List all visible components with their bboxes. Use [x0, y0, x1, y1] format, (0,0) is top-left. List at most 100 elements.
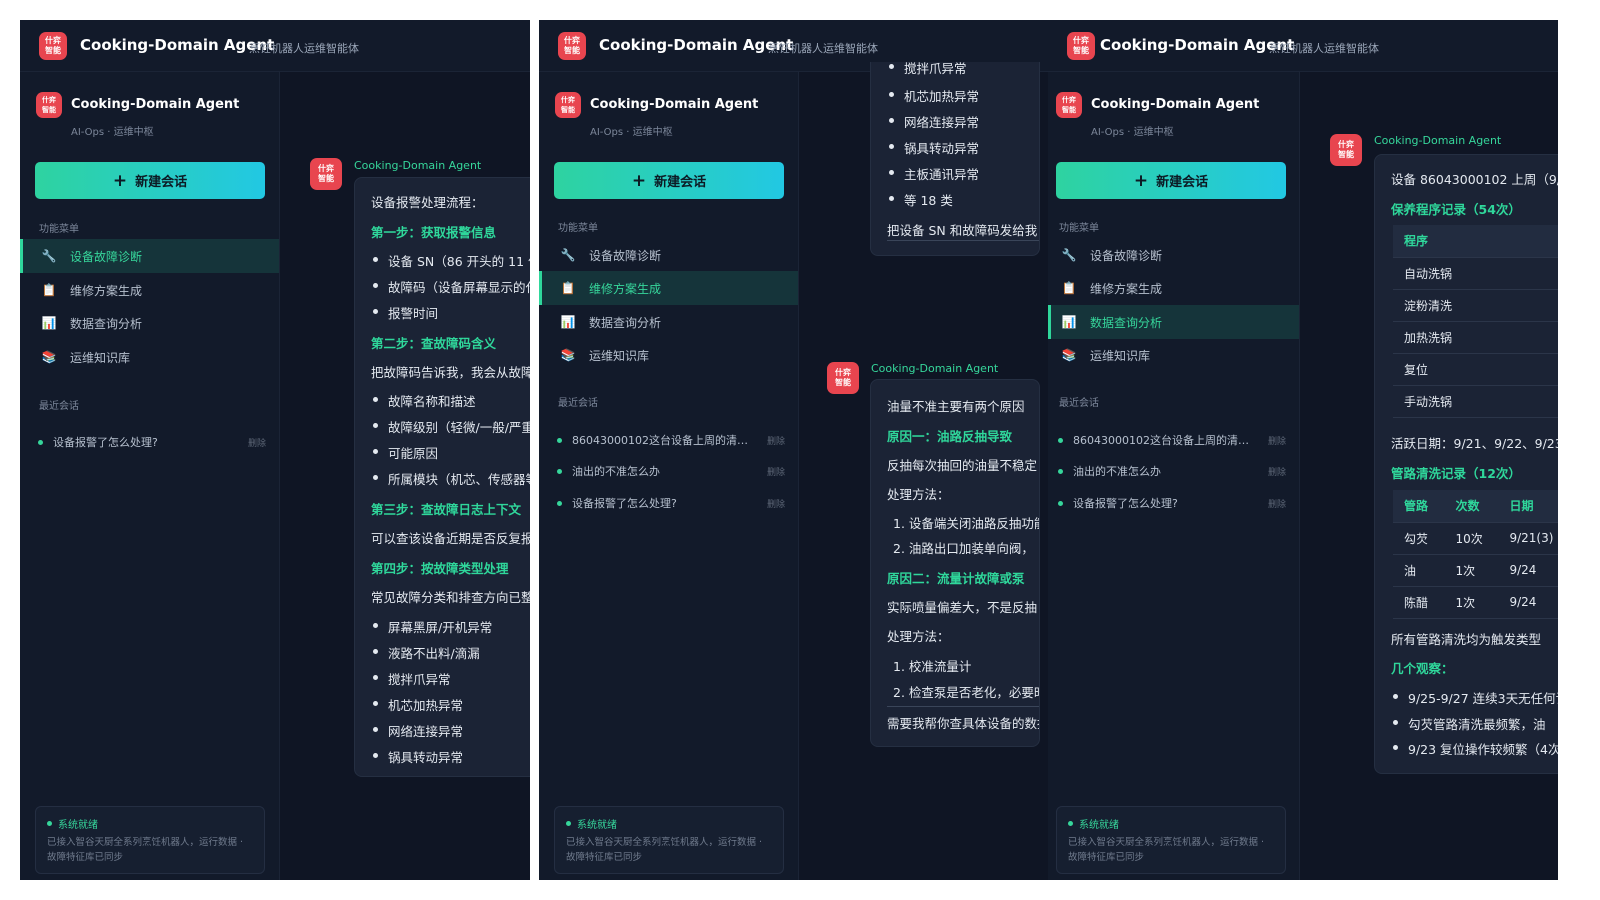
recent-chat-item[interactable]: 设备报警了怎么处理? 删除 — [557, 494, 785, 512]
table-header: 程序 — [1393, 225, 1558, 258]
new-chat-button[interactable]: + 新建会话 — [35, 162, 265, 199]
new-chat-button[interactable]: + 新建会话 — [554, 162, 784, 199]
message-bullet: 设备 SN（86 开头的 11 位编号） — [371, 251, 530, 270]
new-chat-label: 新建会话 — [654, 175, 707, 190]
sidebar-item-knowledge-base[interactable]: 📚 运维知识库 — [539, 338, 798, 372]
brand-title: Cooking-Domain Agent — [71, 97, 240, 112]
status-title: 系统就绪 — [1079, 820, 1119, 831]
table-row: 手动洗锅 — [1393, 385, 1558, 418]
sidebar-item-repair-plan[interactable]: 📋 维修方案生成 — [539, 271, 798, 305]
delete-chat-button[interactable]: 删除 — [1268, 434, 1286, 447]
status-text: 已接入智谷天厨全系列烹饪机器人，运行数据 · 故障特征库已同步 — [1068, 837, 1265, 863]
status-dot-icon — [566, 821, 571, 826]
sidebar: 什弈 智能 Cooking-Domain Agent AI-Ops · 运维中枢… — [20, 72, 280, 880]
message-text: 实际喷量偏差大，不是反抽 — [887, 600, 1038, 615]
message-bullet: 网络连接异常 — [887, 112, 979, 131]
message-bullet: 9/23 复位操作较频繁（4次） — [1391, 739, 1558, 758]
recent-section-label: 最近会话 — [558, 398, 598, 409]
agent-message-bubble: 设备 86043000102 上周（9/21-9/27） 保养程序记录（54次）… — [1374, 154, 1558, 774]
status-dot-icon — [1058, 437, 1063, 443]
app-header: 什弈 智能 Cooking-Domain Agent 烹饪机器人运维智能体 — [20, 20, 530, 72]
menu-section-label: 功能菜单 — [1059, 223, 1099, 234]
delete-chat-button[interactable]: 删除 — [1268, 497, 1286, 510]
table-row: 陈醋 1次 9/24 — [1393, 586, 1558, 619]
sidebar-item-label: 数据查询分析 — [589, 315, 662, 330]
recent-chat-item[interactable]: 86043000102这台设备上周的清洗... 删除 — [557, 431, 785, 449]
sidebar-item-label: 设备故障诊断 — [1090, 248, 1163, 263]
status-title: 系统就绪 — [58, 820, 98, 831]
new-chat-label: 新建会话 — [135, 175, 188, 190]
message-heading: 第一步：获取报警信息 — [371, 225, 497, 240]
delete-chat-button[interactable]: 删除 — [767, 497, 785, 510]
new-chat-button[interactable]: + 新建会话 — [1056, 162, 1286, 199]
table-cell: 淀粉清洗 — [1393, 289, 1558, 322]
status-dot-icon — [1068, 821, 1073, 826]
message-heading: 第二步：查故障码含义 — [371, 336, 497, 351]
app-logo: 什弈 智能 — [39, 32, 67, 60]
recent-chat-title: 86043000102这台设备上周的清洗... — [572, 434, 757, 447]
delete-chat-button[interactable]: 删除 — [248, 436, 266, 449]
recent-chat-item[interactable]: 油出的不准怎么办 删除 — [557, 462, 785, 480]
app-logo: 什弈 智能 — [558, 32, 586, 60]
brand-subtitle: AI-Ops · 运维中枢 — [71, 127, 154, 138]
table-cell: 勾芡 — [1393, 522, 1445, 555]
sidebar-item-knowledge-base[interactable]: 📚 运维知识库 — [20, 340, 279, 374]
sidebar-item-fault-diagnosis[interactable]: 🔧 设备故障诊断 — [539, 238, 798, 272]
recent-chat-item[interactable]: 设备报警了怎么处理? 删除 — [38, 433, 266, 451]
message-heading: 原因一：油路反抽导致 — [887, 429, 1013, 444]
table-row: 勾芡 10次 9/21(3) — [1393, 522, 1558, 555]
recent-chat-title: 油出的不准怎么办 — [572, 465, 660, 478]
sidebar-item-data-query[interactable]: 📊 数据查询分析 — [20, 306, 279, 340]
books-icon: 📚 — [1061, 348, 1077, 362]
plus-icon: + — [112, 170, 128, 191]
status-dot-icon — [557, 500, 562, 506]
app-title: Cooking-Domain Agent — [80, 36, 275, 54]
message-bullet: 勾芡管路清洗最频繁，油 — [1391, 714, 1546, 733]
recent-chat-item[interactable]: 油出的不准怎么办 删除 — [1058, 462, 1286, 480]
brand-logo: 什弈 智能 — [1056, 92, 1082, 118]
message-text: 把设备 SN 和故障码发给我 — [887, 223, 1038, 238]
status-dot-icon — [38, 439, 43, 445]
menu-section-label: 功能菜单 — [39, 224, 79, 235]
status-text: 已接入智谷天厨全系列烹饪机器人，运行数据 · 故障特征库已同步 — [47, 837, 244, 863]
status-dot-icon — [1058, 468, 1063, 474]
delete-chat-button[interactable]: 删除 — [1268, 465, 1286, 478]
agent-message-bubble: 油量不准主要有两个原因 原因一：油路反抽导致 反抽每次抽回的油量不稳定 处理方法： 1.… — [870, 379, 1040, 747]
sidebar-item-data-query[interactable]: 📊 数据查询分析 — [539, 305, 798, 339]
message-bullet: 等 18 类 — [887, 190, 953, 209]
message-bullet: 故障级别（轻微/一般/严重） — [371, 417, 530, 436]
delete-chat-button[interactable]: 删除 — [767, 434, 785, 447]
sidebar-item-fault-diagnosis[interactable]: 🔧 设备故障诊断 — [1048, 238, 1299, 272]
bar-chart-icon: 📊 — [1061, 315, 1077, 329]
message-bullet: 屏幕黑屏/开机异常 — [371, 617, 492, 636]
sidebar-item-fault-diagnosis[interactable]: 🔧 设备故障诊断 — [20, 239, 279, 273]
message-text: 所有管路清洗均为触发类型 — [1391, 632, 1542, 647]
brand-logo: 什弈 智能 — [555, 92, 581, 118]
recent-chat-item[interactable]: 86043000102这台设备上周的清洗... 删除 — [1058, 431, 1286, 449]
agent-name: Cooking-Domain Agent — [354, 159, 482, 172]
delete-chat-button[interactable]: 删除 — [767, 465, 785, 478]
message-text: 可以查该设备近期是否反复报警 — [371, 531, 530, 546]
message-heading: 管路清洗记录（12次） — [1391, 466, 1521, 481]
sidebar-item-repair-plan[interactable]: 📋 维修方案生成 — [1048, 271, 1299, 305]
sidebar-item-label: 数据查询分析 — [1090, 315, 1163, 330]
message-bullet: 报警时间 — [371, 303, 438, 322]
app-subtitle: 烹饪机器人运维智能体 — [768, 42, 878, 55]
message-text: 处理方法： — [887, 629, 950, 644]
sidebar-item-data-query[interactable]: 📊 数据查询分析 — [1048, 305, 1299, 339]
agent-avatar: 什弈 智能 — [310, 158, 342, 190]
table-row: 复位 — [1393, 353, 1558, 386]
table-cell: 9/24 — [1498, 554, 1558, 587]
table-row: 油 1次 9/24 — [1393, 554, 1558, 587]
wrench-icon: 🔧 — [560, 248, 576, 262]
message-text: 2. 油路出口加装单向阀， — [893, 541, 1034, 556]
recent-chat-item[interactable]: 设备报警了怎么处理? 删除 — [1058, 494, 1286, 512]
sidebar-item-knowledge-base[interactable]: 📚 运维知识库 — [1048, 338, 1299, 372]
brand-title: Cooking-Domain Agent — [1091, 97, 1260, 112]
agent-message-bubble: 设备报警处理流程： 第一步：获取报警信息设备 SN（86 开头的 11 位编号） 故… — [354, 177, 530, 777]
recent-section-label: 最近会话 — [39, 401, 79, 412]
message-text: 处理方法： — [887, 487, 950, 502]
sidebar-item-repair-plan[interactable]: 📋 维修方案生成 — [20, 273, 279, 307]
books-icon: 📚 — [41, 350, 57, 364]
agent-avatar: 什弈 智能 — [827, 362, 859, 394]
